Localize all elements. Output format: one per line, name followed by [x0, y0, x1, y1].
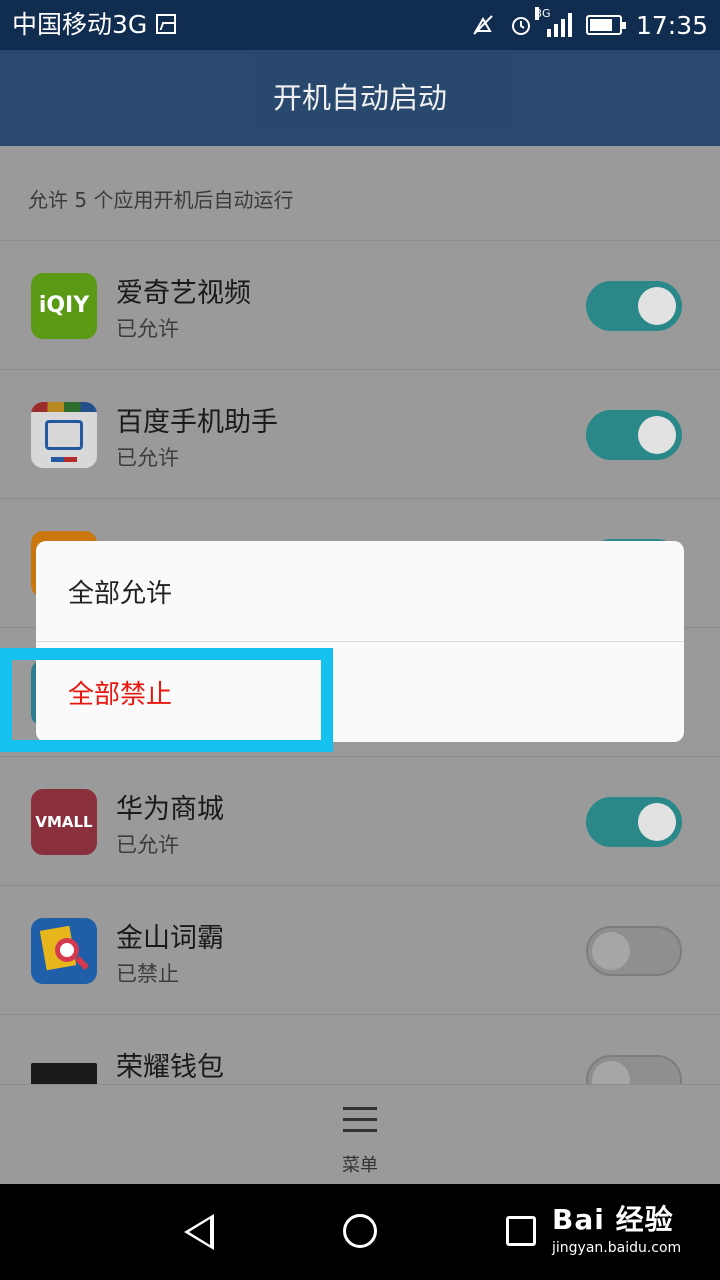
- app-status: 已允许: [116, 317, 179, 341]
- watermark-url: jingyan.baidu.com: [552, 1240, 682, 1256]
- autostart-toggle[interactable]: [586, 926, 682, 976]
- list-item: VMALL 华为商城 已允许: [0, 756, 720, 885]
- app-status: 已允许: [116, 833, 179, 857]
- page-title: 开机自动启动: [0, 50, 720, 146]
- status-bar: 中国移动3G 3G 17:35: [0, 0, 720, 50]
- clock: 17:35: [635, 10, 708, 40]
- status-icons: 3G 17:35: [471, 7, 708, 42]
- iqiyi-icon: iQIY: [31, 273, 97, 339]
- highlight-annotation: [0, 648, 333, 752]
- app-name: 百度手机助手: [116, 407, 278, 438]
- recent-apps-icon[interactable]: [506, 1216, 536, 1246]
- toggle-knob: [638, 287, 676, 325]
- app-status: 已允许: [116, 446, 179, 470]
- watermark-logo-text: Bai 经验: [552, 1203, 674, 1236]
- autostart-toggle[interactable]: [586, 797, 682, 847]
- home-icon[interactable]: [343, 1214, 377, 1248]
- app-name: 荣耀钱包: [116, 1052, 224, 1083]
- toggle-knob: [638, 803, 676, 841]
- menu-icon[interactable]: [343, 1107, 377, 1133]
- image-icon: [156, 14, 176, 34]
- app-name: 华为商城: [116, 794, 224, 825]
- allowed-count-text: 允许 5 个应用开机后自动运行: [28, 188, 294, 212]
- app-name: 金山词霸: [116, 923, 224, 954]
- list-item: 百度手机助手 已允许: [0, 369, 720, 498]
- allow-all-label: 全部允许: [68, 579, 173, 609]
- baidu-assistant-icon: [31, 402, 97, 468]
- jinshan-icon: [31, 918, 97, 984]
- app-status: 已禁止: [116, 962, 179, 986]
- carrier-label: 中国移动3G: [12, 10, 148, 39]
- mute-icon: [471, 13, 495, 37]
- system-nav-bar: Bai 经验 jingyan.baidu.com: [0, 1184, 720, 1280]
- vmall-icon: VMALL: [31, 789, 97, 855]
- list-item: iQIY 爱奇艺视频 已允许: [0, 240, 720, 369]
- menu-button-label[interactable]: 菜单: [0, 1151, 720, 1177]
- alarm-icon: [509, 13, 533, 37]
- autostart-toggle[interactable]: [586, 410, 682, 460]
- battery-icon: [585, 15, 626, 35]
- toggle-knob: [592, 932, 630, 970]
- signal-icon: 3G: [534, 7, 572, 37]
- bottom-menu-bar: 菜单: [0, 1084, 720, 1185]
- baidu-jingyan-watermark: Bai 经验 jingyan.baidu.com: [552, 1198, 681, 1256]
- app-name: 爱奇艺视频: [116, 278, 251, 309]
- allow-all-option[interactable]: 全部允许: [36, 541, 684, 642]
- back-icon[interactable]: [184, 1214, 214, 1250]
- autostart-toggle[interactable]: [586, 281, 682, 331]
- network-type-label: 3G: [534, 7, 551, 20]
- list-item: 金山词霸 已禁止: [0, 885, 720, 1014]
- toggle-knob: [638, 416, 676, 454]
